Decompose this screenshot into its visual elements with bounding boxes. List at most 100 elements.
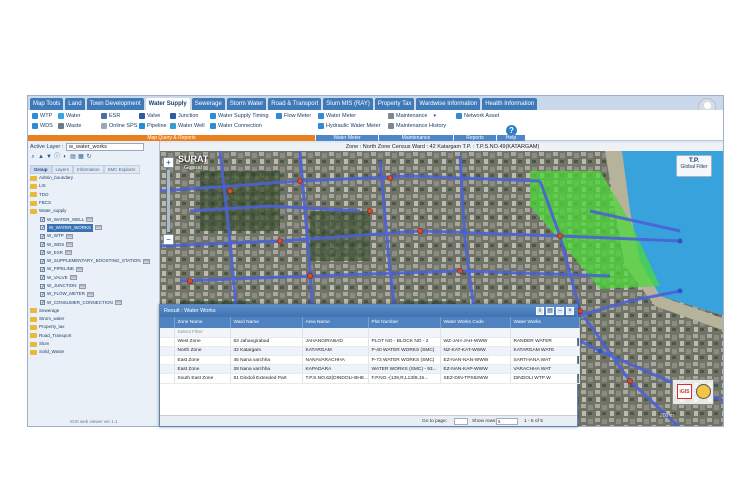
filter-cell[interactable] [368,328,441,338]
column-header[interactable]: Ward Name [230,317,303,328]
print-icon[interactable]: ▤ [546,307,554,315]
tree-folder[interactable]: Solid_Waste [30,348,158,356]
tab-wardwise-information[interactable]: Wardwise Information [416,98,481,110]
wtp-button[interactable]: WTP [32,113,52,119]
tree-folder[interactable]: Admin_boundary [30,174,158,182]
hydraulic-water-meter-button[interactable]: Hydraulic Water Meter [318,123,381,129]
wds-button[interactable]: WDS [32,123,53,129]
column-header[interactable]: Water Works Code [440,317,511,328]
tree-folder[interactable]: TDO [30,191,158,199]
refresh-icon[interactable]: ↻ [86,154,92,160]
tree-layer[interactable]: W_SUPPLEMENTARY_BOOSTING_STATION [30,257,158,265]
show-rows-select[interactable]: 5 [496,418,518,425]
zoom-out-button[interactable]: − [163,234,174,245]
tree-tab-smc-explorer[interactable]: SMC Explorer [103,165,140,174]
document-icon[interactable]: ▤ [70,154,76,160]
pipeline-button[interactable]: Pipeline [139,123,167,129]
tree-tab-layers[interactable]: Layers [51,165,74,174]
tree-layer[interactable]: W_WDS [30,240,158,248]
tree-folder[interactable]: Slum [30,340,158,348]
tree-folder[interactable]: FBCS [30,199,158,207]
water-connection-button[interactable]: Water Connection [210,123,262,129]
row-checkbox-cell[interactable] [160,337,175,347]
layer-checkbox[interactable] [40,300,45,306]
tree-layer[interactable]: W_WTP [30,232,158,240]
tab-map-tools[interactable]: Map Tools [30,98,64,110]
water-supply-timing-button[interactable]: Water Supply Timing [210,113,269,119]
network-asset-button[interactable]: Network Asset [456,113,499,119]
filter-cell[interactable] [440,328,511,338]
layer-checkbox[interactable] [40,258,45,264]
filter-cell[interactable] [510,328,580,338]
tree-folder[interactable]: Sewerage [30,307,158,315]
waste-button[interactable]: Waste [58,123,81,129]
maintenance-button[interactable]: Maintenance ▾ [388,113,436,119]
tab-road-transport[interactable]: Road & Transport [268,98,322,110]
esr-button[interactable]: ESR [101,113,120,119]
online-sps-button[interactable]: Online SPS [101,123,137,129]
export-icon[interactable]: ⇩ [536,307,544,315]
tab-property-tax[interactable]: Property Tax [374,98,415,110]
layer-checkbox[interactable] [40,217,45,223]
zoom-layer-icon[interactable]: ⌕ [30,154,36,160]
tree-folder[interactable]: Road_Transport [30,332,158,340]
layer-checkbox[interactable] [40,225,45,231]
tree-folder[interactable]: LIS [30,182,158,190]
water-meter-button[interactable]: Water Meter [318,113,356,119]
tree-layer[interactable]: W_CONSUMER_CONNECTION [30,298,158,306]
maintenance-history-button[interactable]: Maintenance History [388,123,446,129]
layer-checkbox[interactable] [40,242,45,248]
tree-layer[interactable]: W_ESR [30,249,158,257]
table-row[interactable]: East Zone 28 Nana varchha KAPADARA WATER WO… [160,364,580,375]
tab-water-supply[interactable]: Water Supply [145,98,190,110]
tree-layer[interactable]: W_JUNCTION [30,282,158,290]
water-button[interactable]: Water [58,113,80,119]
tree-layer[interactable]: W_WATER_WORKS [30,223,158,232]
tree-folder[interactable]: Water_supply [30,207,158,215]
tree-layer[interactable]: W_VALVE [30,274,158,282]
tab-sewerage[interactable]: Sewerage [191,98,225,110]
row-checkbox-cell[interactable] [160,364,175,375]
sort-up-icon[interactable]: ▲ [38,154,44,160]
layer-checkbox[interactable] [40,291,45,297]
zoom-slider[interactable] [167,170,170,232]
tab-town-development[interactable]: Town Development [86,98,144,110]
row-checkbox-cell[interactable] [160,373,175,384]
sort-down-icon[interactable]: ▼ [46,154,52,160]
column-header[interactable]: Water Works [510,317,580,328]
filter-cell[interactable] [230,328,303,338]
filter-input[interactable]: Select Filter [174,328,231,338]
tree-folder[interactable]: Property_tax [30,323,158,331]
column-header[interactable]: Plot Number [368,317,441,328]
flow-meter-button[interactable]: Flow Meter [276,113,311,119]
layer-checkbox[interactable] [40,275,45,281]
filter-cell[interactable] [160,328,175,338]
tab-slum-mis-ray[interactable]: Slum MIS (RAY) [323,98,373,110]
layer-checkbox[interactable] [40,233,45,239]
water-well-button[interactable]: Water Well [170,123,205,129]
table-row[interactable]: South East Zone 81 Dindoli Extended Part T… [160,373,580,384]
minimize-icon[interactable]: – [556,307,564,315]
filter-cell[interactable] [302,328,369,338]
tree-layer[interactable]: W_FLOW_METER [30,290,158,298]
layer-checkbox[interactable] [40,250,45,256]
tree-tab-group[interactable]: Group [30,165,52,174]
row-checkbox-cell[interactable] [160,346,175,357]
tree-layer[interactable]: W_WATER_WELL [30,215,158,223]
tab-health-information[interactable]: Health Information [482,98,538,110]
table-row[interactable]: North Zone 42 Katargam KATARGAM P-40 WATER … [160,346,580,357]
tree-tab-information[interactable]: Information [73,165,104,174]
active-layer-select[interactable]: w_water_works [66,143,144,151]
goto-input[interactable] [454,418,468,425]
column-header[interactable]: Zone Name [174,317,231,328]
info-icon[interactable]: ⓘ [54,154,60,160]
tree-layer[interactable]: W_PIPELINE [30,265,158,273]
valve-button[interactable]: Valve [139,113,160,119]
layer-checkbox[interactable] [40,266,45,272]
table-row[interactable]: West Zone 63 Jahangirabad JAHANGIRABAD PLOT… [160,337,580,347]
table-icon[interactable]: ▦ [78,154,84,160]
table-row[interactable]: East Zone 45 Nana varchha NANAVARACHHA P-73… [160,355,580,366]
tab-land[interactable]: Land [65,98,85,110]
junction-button[interactable]: Junction [170,113,199,119]
select-all-column[interactable] [160,317,175,328]
